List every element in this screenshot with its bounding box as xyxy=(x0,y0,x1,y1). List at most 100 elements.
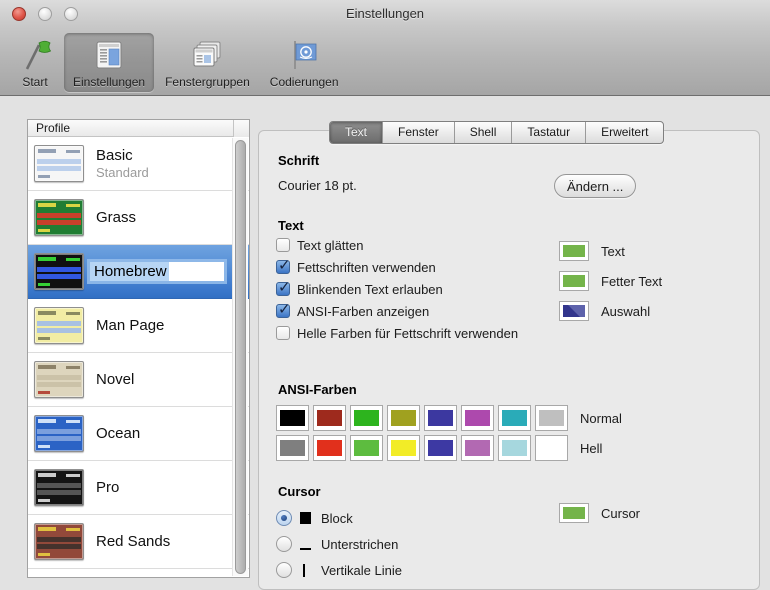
checkbox[interactable] xyxy=(276,300,291,318)
ansi-color-swatch xyxy=(539,410,564,426)
checkbox-label: Blinkenden Text erlauben xyxy=(297,281,443,297)
ansi-color-row-hell: Hell xyxy=(276,435,602,461)
toolbar-item-codierungen[interactable]: Codierungen xyxy=(261,33,348,92)
ansi-color-well[interactable] xyxy=(461,435,494,461)
profile-row-ocean[interactable]: Ocean xyxy=(28,407,249,461)
checkbox[interactable] xyxy=(276,256,291,274)
radio-button[interactable] xyxy=(276,562,292,578)
profile-name: Pro xyxy=(96,479,120,496)
tab-fenster[interactable]: Fenster xyxy=(382,122,454,143)
ansi-color-well[interactable] xyxy=(424,405,457,431)
color-well-label: Fetter Text xyxy=(601,273,663,289)
ansi-color-well[interactable] xyxy=(350,405,383,431)
profile-name: Red Sands xyxy=(96,533,171,550)
profile-row-basic[interactable]: Basic Standard xyxy=(28,137,249,191)
profile-thumbnail xyxy=(34,145,84,182)
toolbar-item-label: Codierungen xyxy=(269,75,339,89)
color-well[interactable] xyxy=(559,271,589,291)
ansi-color-well[interactable] xyxy=(387,405,420,431)
change-font-button[interactable]: Ändern ... xyxy=(554,174,637,198)
color-well-row: Fetter Text xyxy=(559,271,662,291)
tab-erweitert[interactable]: Erweitert xyxy=(585,122,663,143)
profile-name: Novel xyxy=(96,371,135,388)
ansi-color-well[interactable] xyxy=(498,435,531,461)
checkbox-label: Fettschriften verwenden xyxy=(297,259,436,275)
profile-row-red-sands[interactable]: Red Sands xyxy=(28,515,249,569)
cursor-option-row: Block xyxy=(276,509,353,527)
ansi-color-well[interactable] xyxy=(350,435,383,461)
profile-subtitle: Standard xyxy=(96,165,149,180)
checkbox-label: Text glätten xyxy=(297,237,364,253)
profile-row-grass[interactable]: Grass xyxy=(28,191,249,245)
toolbar-item-fenstergruppen[interactable]: Fenstergruppen xyxy=(156,33,259,92)
cursor-option-label: Unterstrichen xyxy=(321,536,399,552)
profile-text: Ocean xyxy=(96,425,140,442)
ansi-color-well[interactable] xyxy=(276,405,309,431)
encodings-flag-icon xyxy=(286,37,322,73)
tab-shell[interactable]: Shell xyxy=(453,122,512,143)
color-swatch xyxy=(563,305,585,317)
ansi-color-well[interactable] xyxy=(313,405,346,431)
ansi-row-label: Normal xyxy=(580,410,622,426)
cursor-color-swatch xyxy=(563,507,585,519)
ansi-color-swatch xyxy=(280,440,305,456)
cursor-color-well[interactable] xyxy=(559,503,589,523)
ansi-color-swatch xyxy=(391,410,416,426)
profile-row-homebrew[interactable]: Homebrew xyxy=(28,245,249,299)
profile-thumbnail xyxy=(34,361,84,398)
ansi-color-well[interactable] xyxy=(498,405,531,431)
profile-row-pro[interactable]: Pro xyxy=(28,461,249,515)
settings-window-icon xyxy=(91,37,127,73)
profile-scrollbar-track[interactable] xyxy=(232,138,248,576)
profile-name: Ocean xyxy=(96,425,141,442)
checkbox[interactable] xyxy=(276,278,291,296)
profile-row-man-page[interactable]: Man Page xyxy=(28,299,249,353)
ansi-color-well[interactable] xyxy=(313,435,346,461)
font-section-header: Schrift xyxy=(278,153,320,168)
toolbar-item-start[interactable]: Start xyxy=(8,33,62,92)
tab-text[interactable]: Text xyxy=(330,122,383,143)
block-cursor-icon xyxy=(300,510,314,526)
tab-tastatur[interactable]: Tastatur xyxy=(511,122,585,143)
toolbar-item-einstellungen[interactable]: Einstellungen xyxy=(64,33,155,92)
color-well[interactable] xyxy=(559,301,589,321)
ansi-color-well[interactable] xyxy=(276,435,309,461)
checkbox[interactable] xyxy=(276,326,290,340)
checkbox-row: Fettschriften verwenden xyxy=(276,256,436,276)
color-well[interactable] xyxy=(559,241,589,261)
radio-button[interactable] xyxy=(276,536,292,552)
profile-list-header-label: Profile xyxy=(36,121,71,135)
checkbox-label: Helle Farben für Fettschrift verwenden xyxy=(297,325,519,341)
font-value: Courier 18 pt. xyxy=(278,178,357,193)
cursor-option-row: Unterstrichen xyxy=(276,535,398,553)
profile-name-input[interactable]: Homebrew xyxy=(90,262,224,281)
ansi-color-swatch xyxy=(465,410,490,426)
ansi-color-swatch xyxy=(465,440,490,456)
profile-scrollbar-thumb[interactable] xyxy=(235,140,246,574)
profile-text: Basic Standard xyxy=(96,147,149,180)
ansi-color-well[interactable] xyxy=(461,405,494,431)
ansi-color-well[interactable] xyxy=(424,435,457,461)
ansi-color-swatch xyxy=(391,440,416,456)
profile-row-novel[interactable]: Novel xyxy=(28,353,249,407)
window-title: Einstellungen xyxy=(345,6,425,21)
radio-button[interactable] xyxy=(276,510,292,526)
color-well-row: Text xyxy=(559,241,625,261)
ansi-color-well[interactable] xyxy=(387,435,420,461)
ansi-color-well[interactable] xyxy=(535,435,568,461)
cursor-color-row: Cursor xyxy=(559,503,640,523)
profile-text: Novel xyxy=(96,371,134,388)
checkbox-row: Helle Farben für Fettschrift verwenden xyxy=(276,324,518,342)
profile-name: Basic xyxy=(96,147,133,164)
profile-thumbnail xyxy=(34,523,84,560)
checkbox[interactable] xyxy=(276,238,290,252)
ansi-color-well[interactable] xyxy=(535,405,568,431)
cursor-option-label: Block xyxy=(321,510,353,526)
cursor-option-label: Vertikale Linie xyxy=(321,562,402,578)
toolbar: Start Einstellungen Fenstergruppen Codierun… xyxy=(8,28,350,92)
tab-bar: Text Fenster Shell Tastatur Erweitert xyxy=(329,121,665,144)
ansi-row-label: Hell xyxy=(580,440,603,456)
color-swatch xyxy=(563,245,585,257)
text-section-header: Text xyxy=(278,218,304,233)
color-well-label: Auswahl xyxy=(601,303,651,319)
